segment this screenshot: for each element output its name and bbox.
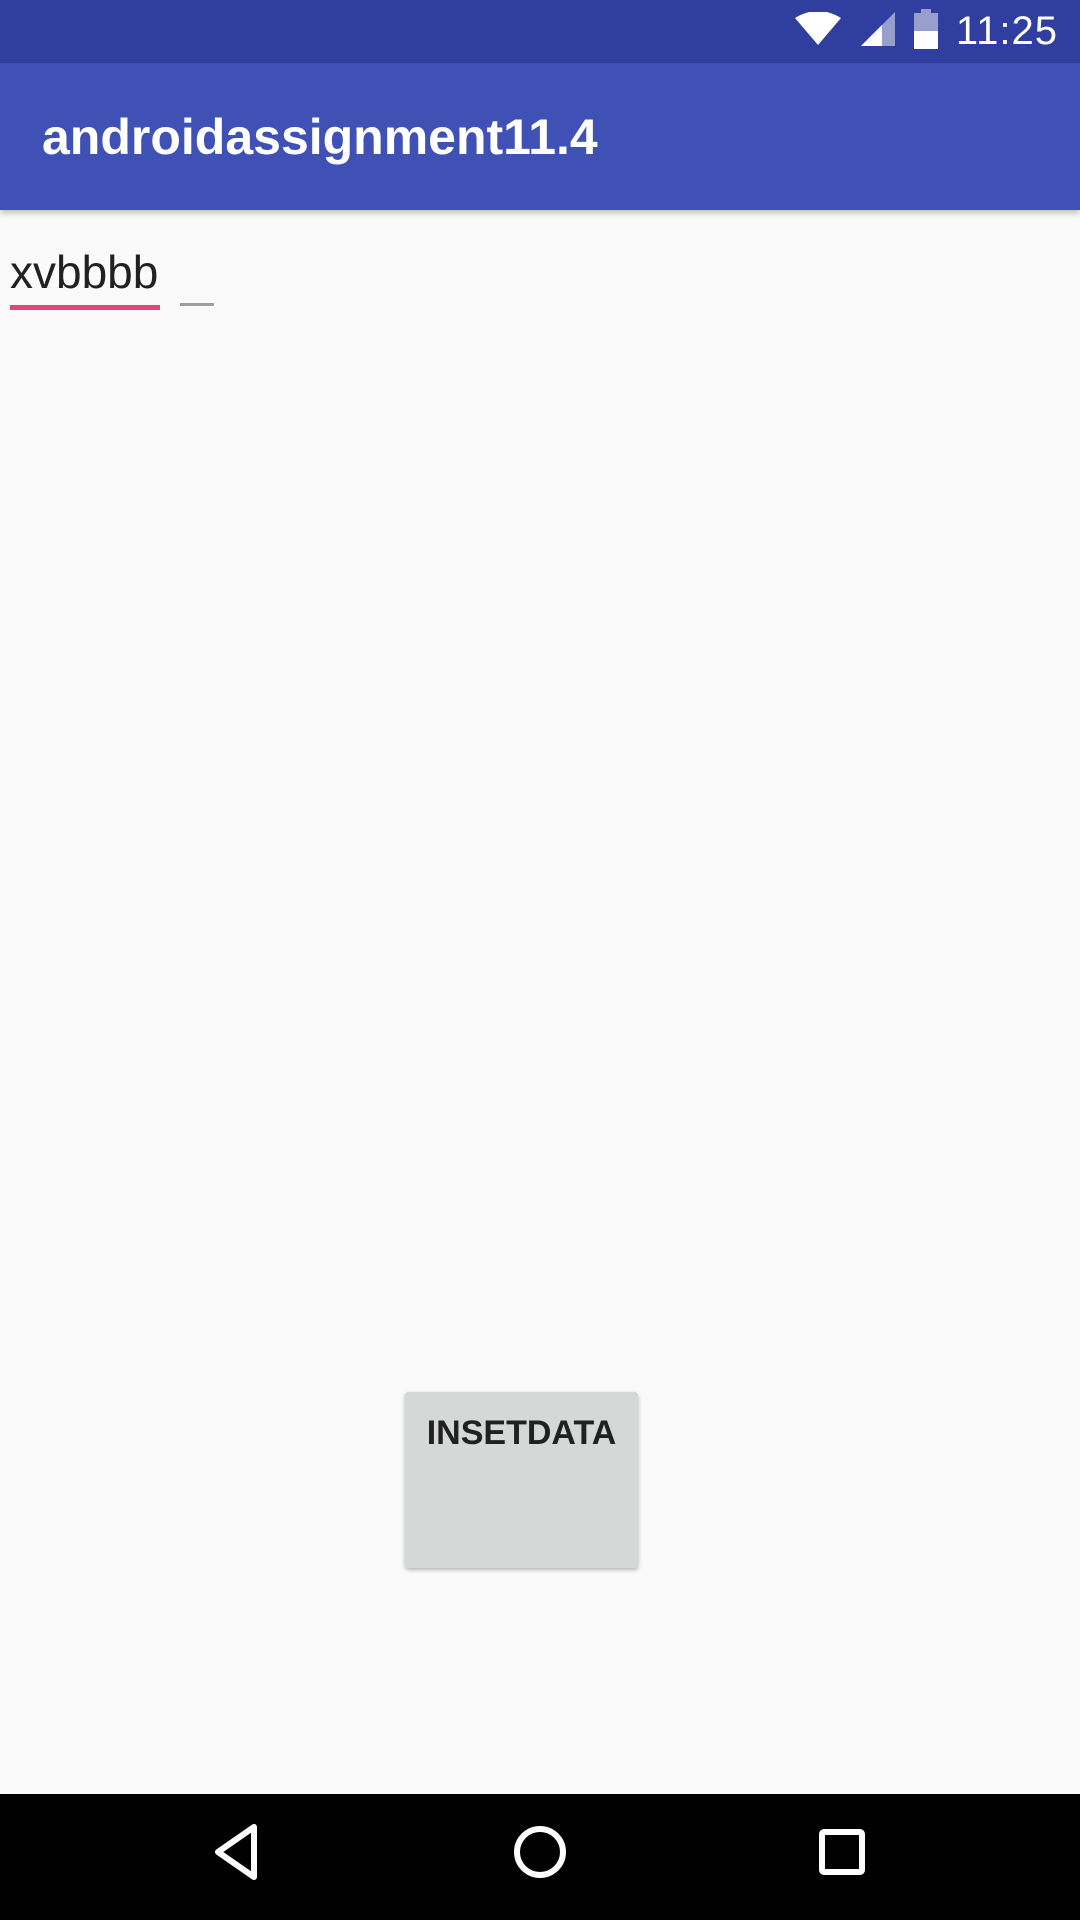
text-input-underline <box>10 305 160 310</box>
cell-signal-icon <box>860 11 896 52</box>
navigation-bar <box>0 1794 1080 1920</box>
wifi-icon <box>794 11 842 51</box>
back-icon[interactable] <box>212 1822 262 1887</box>
empty-text-input[interactable] <box>180 303 214 306</box>
recents-icon[interactable] <box>815 1822 871 1887</box>
main-content: xvbbbb INSETDATA <box>0 210 1080 1794</box>
home-icon[interactable] <box>510 1822 570 1887</box>
status-bar: 11:25 <box>0 0 1080 63</box>
battery-icon <box>913 9 938 54</box>
insert-data-button[interactable]: INSETDATA <box>405 1392 638 1568</box>
app-bar: androidassignment11.4 <box>0 63 1080 210</box>
app-title: androidassignment11.4 <box>42 108 598 165</box>
text-input[interactable]: xvbbbb <box>10 245 158 299</box>
status-time: 11:25 <box>955 9 1058 53</box>
